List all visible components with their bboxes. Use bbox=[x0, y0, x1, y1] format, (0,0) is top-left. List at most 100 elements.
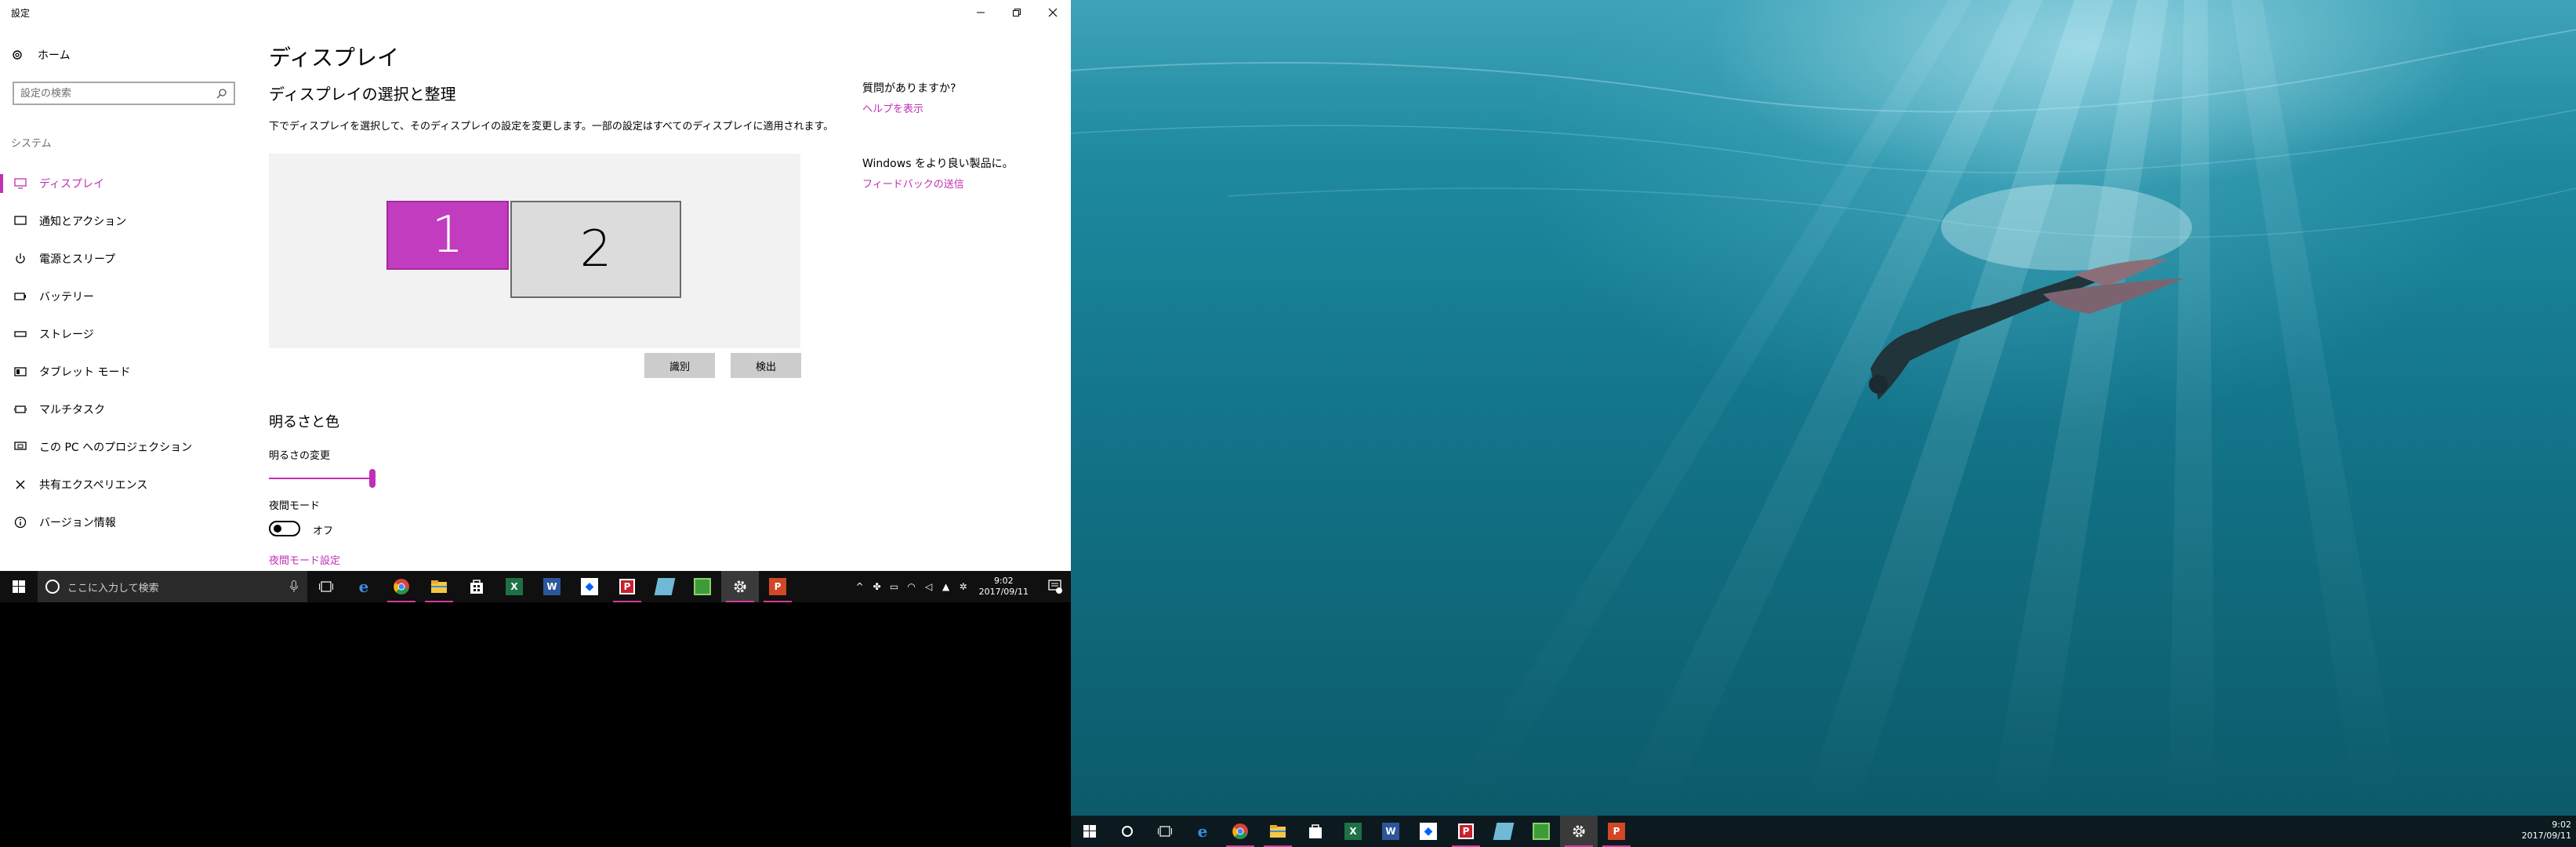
info-icon bbox=[13, 514, 28, 530]
task-view-icon bbox=[319, 581, 333, 592]
sidebar-item-storage[interactable]: ストレージ bbox=[0, 315, 251, 353]
detect-button[interactable]: 検出 bbox=[731, 353, 801, 378]
powerpoint-icon: P bbox=[1608, 823, 1625, 840]
tray-gear-icon[interactable]: ✲ bbox=[957, 580, 970, 593]
night-mode-toggle[interactable] bbox=[269, 521, 300, 536]
taskbar-search-box[interactable]: ここに入力して検索 bbox=[38, 571, 307, 602]
start-button[interactable] bbox=[0, 571, 38, 602]
nav-list: ディスプレイ 通知とアクション 電源とスリープ バッテリー ストレージ タブレッ… bbox=[0, 165, 251, 541]
sidebar-item-multitask[interactable]: マルチタスク bbox=[0, 391, 251, 428]
taskbar-app-chrome[interactable] bbox=[383, 571, 420, 602]
taskbar-app-excel[interactable]: X bbox=[495, 571, 533, 602]
storage-icon bbox=[13, 326, 28, 342]
taskbar-search-placeholder: ここに入力して検索 bbox=[67, 582, 159, 594]
settings-search-input[interactable] bbox=[14, 83, 215, 104]
taskbar-app-word[interactable]: W bbox=[533, 571, 571, 602]
task-view-button[interactable] bbox=[1146, 816, 1184, 847]
task-view-button[interactable] bbox=[307, 571, 345, 602]
sidebar-item-label: マルチタスク bbox=[39, 404, 105, 416]
search-icon[interactable] bbox=[216, 88, 227, 99]
taskbar-app-file-explorer[interactable] bbox=[1259, 816, 1297, 847]
taskbar-app-edge[interactable]: e bbox=[345, 571, 383, 602]
sidebar-item-label: 共有エクスペリエンス bbox=[39, 479, 148, 492]
taskbar-app-dropbox[interactable]: ◆ bbox=[1410, 816, 1447, 847]
taskbar-app-store[interactable] bbox=[458, 571, 495, 602]
sidebar-item-display[interactable]: ディスプレイ bbox=[0, 165, 251, 202]
cortana-icon bbox=[1122, 826, 1133, 837]
taskbar-app-green[interactable] bbox=[684, 571, 721, 602]
taskbar-app-word[interactable]: W bbox=[1372, 816, 1410, 847]
sidebar-item-label: ストレージ bbox=[39, 329, 94, 341]
night-mode-state: オフ bbox=[313, 525, 334, 537]
section-description: 下でディスプレイを選択して、そのディスプレイの設定を変更します。一部の設定はすべ… bbox=[269, 121, 834, 133]
projection-icon bbox=[13, 439, 28, 455]
send-feedback-link[interactable]: フィードバックの送信 bbox=[862, 176, 964, 191]
taskbar-clock-secondary[interactable]: 9:02 2017/09/11 bbox=[2522, 820, 2571, 842]
clock-time: 9:02 bbox=[2552, 820, 2571, 830]
sidebar-item-label: ディスプレイ bbox=[39, 178, 105, 191]
tray-app-icon[interactable]: ✤ bbox=[871, 580, 883, 593]
powerpoint-icon: P bbox=[769, 578, 786, 595]
display-1-tile[interactable]: 1 bbox=[386, 201, 509, 270]
brightness-heading: 明るさと色 bbox=[269, 414, 339, 431]
taskbar-app-green[interactable] bbox=[1522, 816, 1560, 847]
sidebar-item-projection[interactable]: この PC へのプロジェクション bbox=[0, 428, 251, 466]
minimize-button[interactable] bbox=[963, 0, 999, 25]
edge-icon: e bbox=[1197, 822, 1208, 841]
action-center-button[interactable] bbox=[1039, 571, 1071, 602]
chrome-icon bbox=[394, 579, 409, 594]
diver-image bbox=[1869, 184, 2192, 400]
sidebar: ホーム システム ディスプレイ 通知とアクション 電源とスリープ bbox=[0, 25, 251, 571]
chevron-up-icon[interactable]: ^ bbox=[854, 580, 866, 593]
book-app-icon bbox=[1493, 823, 1515, 840]
microphone-icon[interactable] bbox=[290, 580, 298, 593]
taskbar-clock[interactable]: 9:02 2017/09/11 bbox=[979, 576, 1029, 598]
taskbar-app-powerpoint[interactable]: P bbox=[1598, 816, 1635, 847]
start-button-secondary[interactable] bbox=[1071, 816, 1108, 847]
get-help-link[interactable]: ヘルプを表示 bbox=[862, 100, 923, 115]
taskbar-app-powerpoint[interactable]: P bbox=[759, 571, 796, 602]
chrome-icon bbox=[1232, 823, 1248, 839]
taskbar-app-settings[interactable] bbox=[721, 571, 759, 602]
sidebar-item-about[interactable]: バージョン情報 bbox=[0, 503, 251, 541]
night-mode-settings-link[interactable]: 夜間モード設定 bbox=[269, 552, 340, 567]
night-mode-label: 夜間モード bbox=[269, 500, 321, 512]
home-nav-item[interactable]: ホーム bbox=[11, 47, 71, 63]
taskbar-app-settings[interactable] bbox=[1560, 816, 1598, 847]
sidebar-item-label: バッテリー bbox=[39, 291, 94, 304]
taskbar-app-red[interactable]: P bbox=[1447, 816, 1485, 847]
sidebar-item-battery[interactable]: バッテリー bbox=[0, 278, 251, 315]
system-tray: ^ ✤ ▭ ◠ ◁ ▲ ✲ 9:02 2017/09/11 bbox=[854, 571, 1071, 602]
page-title: ディスプレイ bbox=[269, 45, 400, 71]
taskbar-app-chrome[interactable] bbox=[1221, 816, 1259, 847]
drive-icon[interactable]: ▲ bbox=[940, 580, 952, 593]
sidebar-item-power[interactable]: 電源とスリープ bbox=[0, 240, 251, 278]
sidebar-item-tablet-mode[interactable]: タブレット モード bbox=[0, 353, 251, 391]
green-app-icon bbox=[694, 578, 711, 595]
cortana-button[interactable] bbox=[1108, 816, 1146, 847]
sidebar-item-notifications[interactable]: 通知とアクション bbox=[0, 202, 251, 240]
restore-button[interactable] bbox=[999, 0, 1035, 25]
taskbar-app-file-explorer[interactable] bbox=[420, 571, 458, 602]
settings-search-box[interactable] bbox=[13, 82, 235, 105]
close-button[interactable] bbox=[1035, 0, 1071, 25]
settings-window: 設定 ホーム システム bbox=[0, 0, 1071, 571]
taskbar-app-book[interactable] bbox=[646, 571, 684, 602]
windows-logo-icon bbox=[13, 580, 25, 593]
identify-button[interactable]: 識別 bbox=[644, 353, 715, 378]
volume-icon[interactable]: ◁ bbox=[923, 580, 935, 593]
battery-tray-icon[interactable]: ▭ bbox=[888, 580, 901, 593]
taskbar-app-store[interactable] bbox=[1297, 816, 1334, 847]
wifi-icon[interactable]: ◠ bbox=[905, 580, 918, 593]
taskbar-app-red[interactable]: P bbox=[608, 571, 646, 602]
sidebar-item-shared-experience[interactable]: 共有エクスペリエンス bbox=[0, 466, 251, 503]
taskbar-app-book[interactable] bbox=[1485, 816, 1522, 847]
taskbar-app-excel[interactable]: X bbox=[1334, 816, 1372, 847]
brightness-slider-thumb[interactable] bbox=[369, 469, 376, 488]
taskbar-app-edge[interactable]: e bbox=[1184, 816, 1221, 847]
brightness-label: 明るさの変更 bbox=[269, 450, 331, 462]
taskbar-secondary: e X W ◆ P P 9:02 2017/09/11 bbox=[1071, 816, 2576, 847]
display-2-tile[interactable]: 2 bbox=[510, 201, 681, 298]
brightness-slider[interactable] bbox=[269, 469, 488, 488]
taskbar-app-dropbox[interactable]: ◆ bbox=[571, 571, 608, 602]
